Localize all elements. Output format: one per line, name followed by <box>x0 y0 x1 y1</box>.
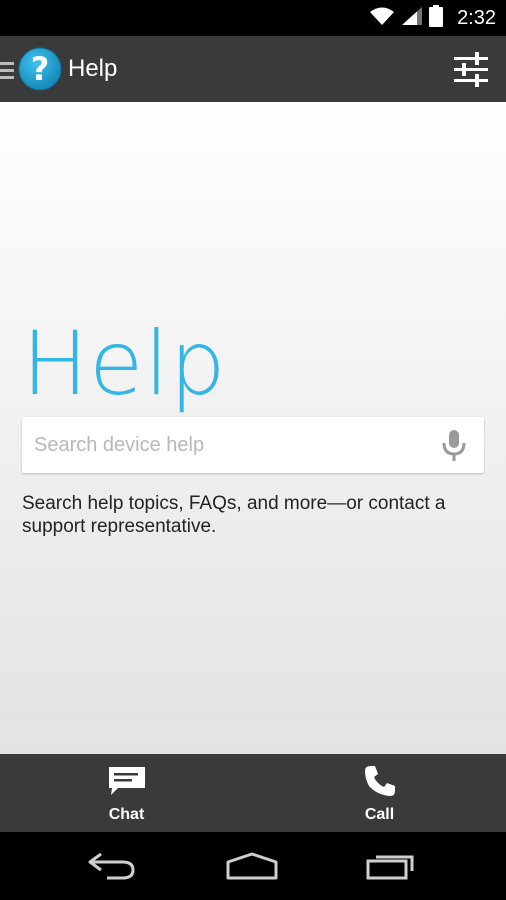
search-box[interactable] <box>22 417 484 473</box>
back-icon[interactable] <box>82 846 142 886</box>
home-icon[interactable] <box>222 846 282 886</box>
page-title: Help <box>68 55 118 82</box>
signal-icon <box>401 6 423 31</box>
status-time: 2:32 <box>457 7 496 29</box>
help-description: Search help topics, FAQs, and more—or co… <box>22 493 446 537</box>
chat-button[interactable]: Chat <box>0 754 253 832</box>
help-app-icon-glyph: ? <box>30 50 50 88</box>
navigation-bar <box>0 832 506 900</box>
bottom-action-bar: Chat Call <box>0 754 506 832</box>
wifi-icon <box>369 6 395 31</box>
hero-title: Help <box>22 312 227 415</box>
drawer-indicator-icon[interactable] <box>0 60 14 80</box>
settings-sliders-icon[interactable] <box>450 48 492 90</box>
main-content: Help Search help topics, FAQs, and more—… <box>0 102 506 754</box>
call-label: Call <box>364 806 395 823</box>
chat-icon <box>107 764 147 798</box>
call-button[interactable]: Call <box>253 754 506 832</box>
search-input[interactable] <box>34 417 424 473</box>
status-bar: 2:32 <box>0 0 506 36</box>
battery-icon <box>429 4 444 32</box>
microphone-icon[interactable] <box>438 429 470 463</box>
phone-icon <box>360 764 400 798</box>
chat-label: Chat <box>108 806 145 823</box>
action-bar: ? Help <box>0 36 506 102</box>
recents-icon[interactable] <box>362 846 422 886</box>
status-icons: 2:32 <box>369 4 496 32</box>
